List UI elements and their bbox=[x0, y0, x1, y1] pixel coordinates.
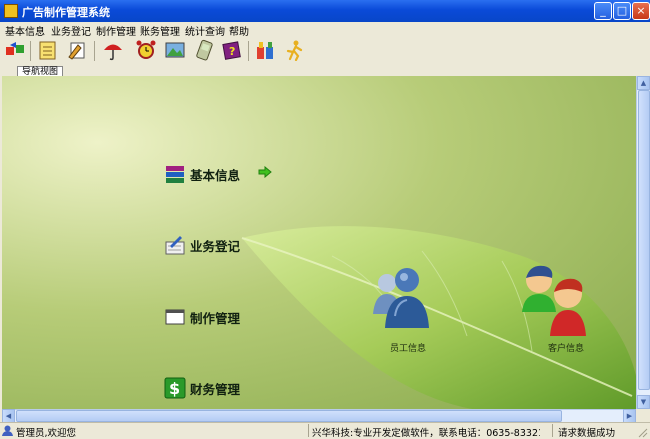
edit-document-icon[interactable] bbox=[66, 39, 88, 61]
gift-box-icon[interactable] bbox=[254, 39, 276, 61]
scroll-right-button[interactable]: ▶ bbox=[623, 409, 636, 423]
scroll-left-button[interactable]: ◀ bbox=[2, 409, 15, 423]
umbrella-icon[interactable] bbox=[102, 39, 124, 61]
staff-info-label: 员工信息 bbox=[390, 344, 427, 354]
staff-info-icon[interactable] bbox=[365, 266, 441, 336]
picture-icon[interactable] bbox=[164, 39, 186, 61]
title-bar: 广告制作管理系统 _ □ × bbox=[0, 0, 650, 22]
alarm-clock-icon[interactable] bbox=[135, 39, 157, 61]
horizontal-scrollbar[interactable]: ◀ ▶ bbox=[2, 409, 636, 423]
navigation-panel: 基本信息 业务登记 制作管理 $ 财务管理 员工信息 客户信息 bbox=[2, 76, 636, 409]
writing-pad-icon bbox=[165, 236, 185, 255]
tab-strip: 导航视图 bbox=[0, 66, 650, 77]
user-icon bbox=[2, 425, 13, 436]
nav-basic-info[interactable]: 基本信息 bbox=[164, 162, 240, 186]
nav-basic-info-label: 基本信息 bbox=[190, 167, 241, 183]
vertical-scrollbar[interactable]: ▲ ▼ bbox=[636, 76, 650, 409]
status-message: 请求数据成功 bbox=[558, 428, 616, 439]
handheld-icon[interactable] bbox=[193, 39, 215, 61]
app-icon bbox=[4, 4, 18, 18]
resize-grip-icon[interactable] bbox=[636, 426, 648, 438]
arrow-right-icon bbox=[258, 166, 272, 178]
notepad-icon[interactable] bbox=[37, 39, 59, 61]
menu-bar: 基本信息 业务登记 制作管理 账务管理 统计查询 帮助 bbox=[0, 22, 650, 38]
switch-user-icon[interactable] bbox=[4, 39, 26, 61]
scroll-down-button[interactable]: ▼ bbox=[637, 395, 650, 409]
books-stack-icon bbox=[166, 166, 184, 183]
nav-finance-label: 财务管理 bbox=[190, 381, 241, 397]
status-user: 管理员,欢迎您 bbox=[16, 428, 77, 439]
maximize-button[interactable]: □ bbox=[613, 2, 631, 20]
nav-production[interactable]: 制作管理 bbox=[164, 305, 240, 329]
scroll-up-button[interactable]: ▲ bbox=[637, 76, 650, 90]
customer-info-label: 客户信息 bbox=[548, 344, 585, 354]
minimize-button[interactable]: _ bbox=[594, 2, 612, 20]
svg-text:?: ? bbox=[229, 45, 235, 58]
svg-text:$: $ bbox=[169, 379, 180, 398]
status-bar: 管理员,欢迎您 兴华科技:专业开发定做软件，联系电话：0635-8332100 … bbox=[0, 422, 650, 439]
vertical-scroll-thumb[interactable] bbox=[638, 90, 650, 390]
nav-finance[interactable]: $ 财务管理 bbox=[164, 376, 240, 400]
toolbar: ? bbox=[0, 36, 650, 67]
customer-info-icon[interactable] bbox=[518, 264, 594, 338]
nav-business-register[interactable]: 业务登记 bbox=[164, 233, 240, 257]
nav-business-register-label: 业务登记 bbox=[190, 238, 241, 254]
help-book-icon[interactable]: ? bbox=[221, 39, 243, 61]
horizontal-scroll-thumb[interactable] bbox=[16, 410, 562, 422]
close-button[interactable]: × bbox=[632, 2, 650, 20]
window-title: 广告制作管理系统 bbox=[22, 6, 110, 19]
status-company: 兴华科技:专业开发定做软件，联系电话：0635-8332100 bbox=[312, 428, 540, 439]
exit-runner-icon[interactable] bbox=[284, 39, 306, 61]
nav-production-label: 制作管理 bbox=[190, 310, 241, 326]
leaf-background bbox=[241, 226, 636, 409]
dollar-icon: $ bbox=[164, 377, 186, 399]
window-icon bbox=[165, 309, 185, 325]
